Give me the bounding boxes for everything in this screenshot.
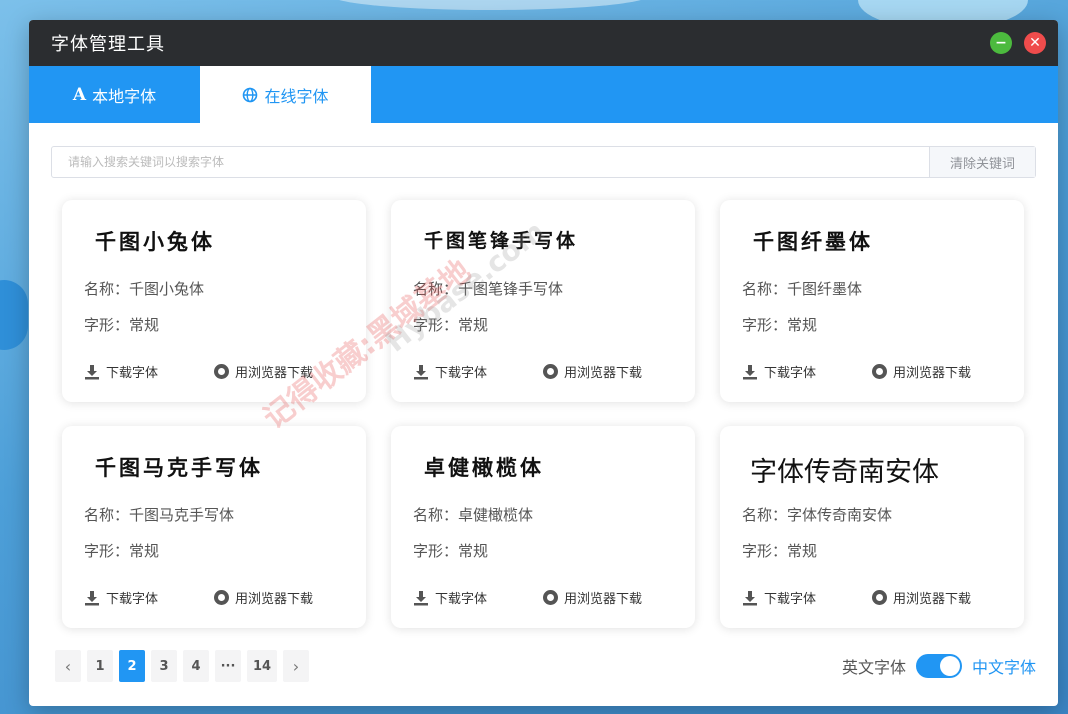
language-switch: 英文字体 中文字体 (842, 654, 1036, 678)
background-shape (330, 0, 650, 10)
language-toggle[interactable] (915, 654, 962, 678)
minus-icon: − (995, 35, 1007, 51)
card-actions: 下载字体 用浏览器下载 (742, 588, 971, 607)
download-label: 下载字体 (106, 366, 159, 381)
download-label: 下载字体 (764, 366, 817, 381)
font-style: 字形：常规 (742, 316, 818, 334)
font-style: 字形：常规 (413, 542, 489, 560)
minimize-button[interactable]: − (990, 32, 1012, 54)
browser-download-label: 用浏览器下载 (235, 592, 314, 607)
download-label: 下载字体 (764, 592, 817, 607)
globe-icon (243, 87, 258, 102)
download-label: 下载字体 (435, 366, 488, 381)
download-font-button[interactable]: 下载字体 (84, 362, 214, 381)
download-font-button[interactable]: 下载字体 (84, 588, 214, 607)
chrome-icon (214, 364, 229, 379)
page-button[interactable]: 14 (247, 650, 277, 682)
card-actions: 下载字体 用浏览器下载 (413, 588, 642, 607)
font-name: 名称：千图笔锋手写体 (413, 280, 564, 298)
browser-download-button[interactable]: 用浏览器下载 (543, 588, 642, 607)
close-icon: ✕ (1029, 35, 1041, 51)
font-preview: 千图纤墨体 (753, 229, 873, 254)
pagination: ‹ 1 2 3 4 ··· 14 › (55, 650, 309, 682)
font-preview: 字体传奇南安体 (750, 457, 939, 488)
chrome-icon (872, 364, 887, 379)
english-fonts-label[interactable]: 英文字体 (842, 654, 906, 678)
chrome-icon (543, 590, 558, 605)
font-card: 千图纤墨体 名称：千图纤墨体 字形：常规 下载字体 用浏览器下载 (720, 200, 1024, 402)
font-name: 名称：千图小兔体 (84, 280, 205, 298)
download-icon (85, 590, 99, 605)
prev-page-button[interactable]: ‹ (55, 650, 81, 682)
page-button[interactable]: 4 (183, 650, 209, 682)
browser-download-label: 用浏览器下载 (893, 366, 972, 381)
search-bar: 清除关键词 (51, 146, 1036, 178)
app-window: 字体管理工具 − ✕ A 在线字体 本地字体 在线字体 清除关键词 千图小兔体 … (29, 20, 1058, 706)
card-actions: 下载字体 用浏览器下载 (742, 362, 971, 381)
font-name: 名称：字体传奇南安体 (742, 506, 893, 524)
chrome-icon (543, 364, 558, 379)
font-style: 字形：常规 (742, 542, 818, 560)
download-icon (414, 590, 428, 605)
browser-download-button[interactable]: 用浏览器下载 (872, 362, 971, 381)
font-name: 名称：千图纤墨体 (742, 280, 863, 298)
tab-label: 本地字体 (92, 86, 157, 106)
font-style: 字形：常规 (413, 316, 489, 334)
font-style: 字形：常规 (84, 542, 160, 560)
background-shape (0, 280, 28, 350)
browser-download-button[interactable]: 用浏览器下载 (872, 588, 971, 607)
chinese-fonts-label[interactable]: 中文字体 (972, 654, 1036, 678)
font-preview: 千图笔锋手写体 (424, 230, 579, 252)
page-button[interactable]: 1 (87, 650, 113, 682)
download-font-button[interactable]: 下载字体 (742, 588, 872, 607)
page-ellipsis-button[interactable]: ··· (215, 650, 241, 682)
next-page-button[interactable]: › (283, 650, 309, 682)
tab-label: 在线字体 (264, 86, 329, 106)
font-name: 名称：卓健橄榄体 (413, 506, 534, 524)
chrome-icon (872, 590, 887, 605)
browser-download-button[interactable]: 用浏览器下载 (543, 362, 642, 381)
font-letter-icon: A (72, 84, 87, 105)
clear-keyword-button[interactable]: 清除关键词 (929, 147, 1035, 177)
download-icon (743, 364, 757, 379)
toggle-knob (939, 656, 960, 676)
font-style: 字形：常规 (84, 316, 160, 334)
browser-download-button[interactable]: 用浏览器下载 (214, 362, 313, 381)
page-button[interactable]: 3 (151, 650, 177, 682)
search-input[interactable] (52, 147, 929, 177)
download-icon (85, 364, 99, 379)
page-button-current[interactable]: 2 (119, 650, 145, 682)
download-font-button[interactable]: 下载字体 (413, 588, 543, 607)
download-font-button[interactable]: 下载字体 (742, 362, 872, 381)
tab-online-fonts[interactable]: 在线字体 (200, 66, 371, 123)
font-name: 名称：千图马克手写体 (84, 506, 235, 524)
font-preview: 卓健橄榄体 (424, 455, 544, 480)
font-preview: 千图小兔体 (95, 229, 215, 254)
chrome-icon (214, 590, 229, 605)
browser-download-button[interactable]: 用浏览器下载 (214, 588, 313, 607)
card-actions: 下载字体 用浏览器下载 (84, 362, 313, 381)
tab-bar: A 在线字体 本地字体 在线字体 (29, 66, 1058, 123)
browser-download-label: 用浏览器下载 (235, 366, 314, 381)
download-label: 下载字体 (435, 592, 488, 607)
font-card: 千图马克手写体 名称：千图马克手写体 字形：常规 下载字体 用浏览器下载 (62, 426, 366, 628)
card-actions: 下载字体 用浏览器下载 (413, 362, 642, 381)
tab-local-fonts[interactable]: A 在线字体 本地字体 (29, 66, 200, 123)
browser-download-label: 用浏览器下载 (564, 366, 643, 381)
download-label: 下载字体 (106, 592, 159, 607)
browser-download-label: 用浏览器下载 (893, 592, 972, 607)
font-card: 千图笔锋手写体 名称：千图笔锋手写体 字形：常规 下载字体 用浏览器下载 (391, 200, 695, 402)
download-icon (414, 364, 428, 379)
font-card: 字体传奇南安体 名称：字体传奇南安体 字形：常规 下载字体 用浏览器下载 (720, 426, 1024, 628)
browser-download-label: 用浏览器下载 (564, 592, 643, 607)
window-title: 字体管理工具 (51, 34, 165, 55)
card-actions: 下载字体 用浏览器下载 (84, 588, 313, 607)
title-bar[interactable]: 字体管理工具 − ✕ (29, 20, 1058, 66)
download-font-button[interactable]: 下载字体 (413, 362, 543, 381)
font-card: 卓健橄榄体 名称：卓健橄榄体 字形：常规 下载字体 用浏览器下载 (391, 426, 695, 628)
download-icon (743, 590, 757, 605)
close-button[interactable]: ✕ (1024, 32, 1046, 54)
font-preview: 千图马克手写体 (95, 455, 263, 480)
font-card: 千图小兔体 名称：千图小兔体 字形：常规 下载字体 用浏览器下载 (62, 200, 366, 402)
